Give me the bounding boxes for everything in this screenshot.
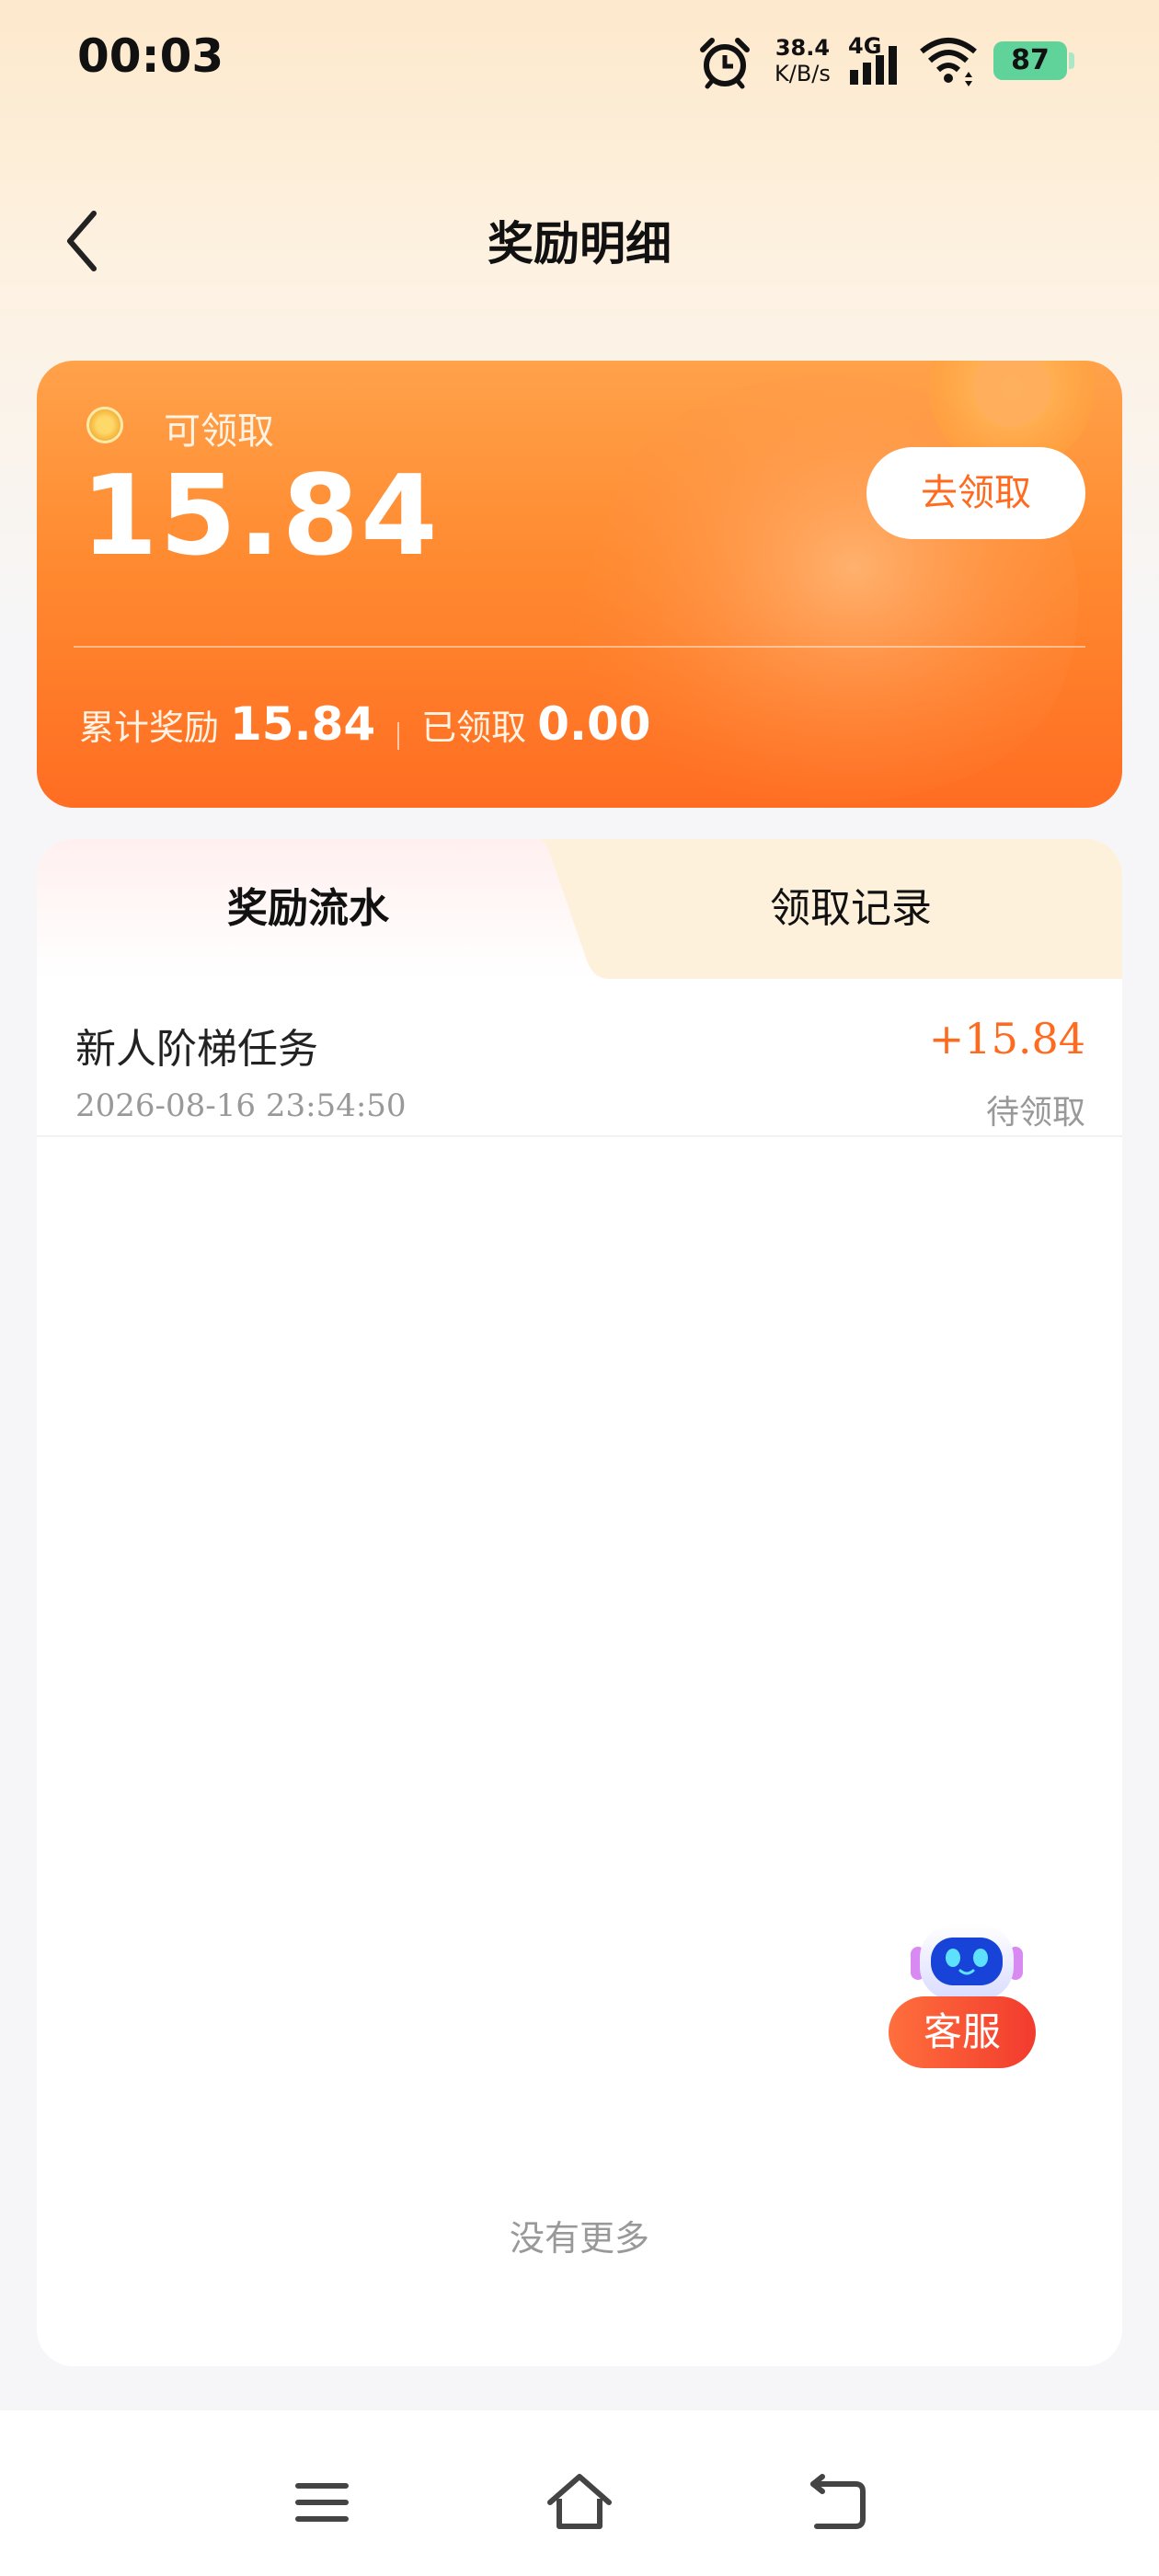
claimed-value: 0.00	[537, 697, 651, 751]
claimed-label: 已领取	[421, 707, 527, 748]
navigation-bar	[0, 2410, 1159, 2576]
card-divider	[74, 646, 1085, 648]
claimable-amount: 15.84	[81, 453, 440, 581]
tab-bar: 奖励流水 领取记录	[37, 839, 1122, 979]
claimable-label: 可领取	[164, 410, 274, 453]
coin-icon	[86, 407, 123, 443]
reward-stats: 累计奖励 15.84 已领取 0.00	[79, 697, 651, 751]
robot-icon	[911, 1925, 1023, 2000]
alarm-icon	[700, 38, 750, 89]
back-icon[interactable]	[800, 2466, 874, 2539]
reward-summary-card: 可领取 15.84 去领取 累计奖励 15.84 已领取 0.00	[37, 361, 1122, 808]
record-amount: +15.84	[928, 1014, 1085, 1064]
customer-service-label: 客服	[889, 1996, 1036, 2068]
stats-separator	[397, 721, 400, 750]
total-reward-label: 累计奖励	[79, 707, 220, 748]
records-panel: 奖励流水 领取记录 新人阶梯任务 +15.84 2026-08-16 23:54…	[37, 839, 1122, 2366]
record-time: 2026-08-16 23:54:50	[75, 1087, 407, 1124]
wifi-icon	[920, 38, 977, 86]
claim-button[interactable]: 去领取	[866, 447, 1085, 539]
status-bar: 00:03 38.4 K/B/s 4G 87	[0, 0, 1159, 120]
total-reward-value: 15.84	[230, 697, 376, 751]
record-status: 待领取	[985, 1094, 1085, 1132]
home-icon[interactable]	[543, 2466, 616, 2539]
list-end-text: 没有更多	[509, 2218, 649, 2259]
battery-icon: 87	[993, 41, 1074, 80]
status-time: 00:03	[77, 29, 224, 83]
record-title: 新人阶梯任务	[75, 1026, 318, 1073]
customer-service-button[interactable]: 客服	[883, 1914, 1049, 2079]
page-title: 奖励明细	[488, 217, 671, 270]
list-item[interactable]: 新人阶梯任务 +15.84 2026-08-16 23:54:50 待领取	[37, 979, 1122, 1137]
tab-claim-records[interactable]: 领取记录	[580, 839, 1122, 979]
menu-icon[interactable]	[285, 2466, 359, 2539]
network-speed: 38.4 K/B/s	[775, 35, 831, 86]
tab-reward-flow[interactable]: 奖励流水	[37, 839, 580, 979]
